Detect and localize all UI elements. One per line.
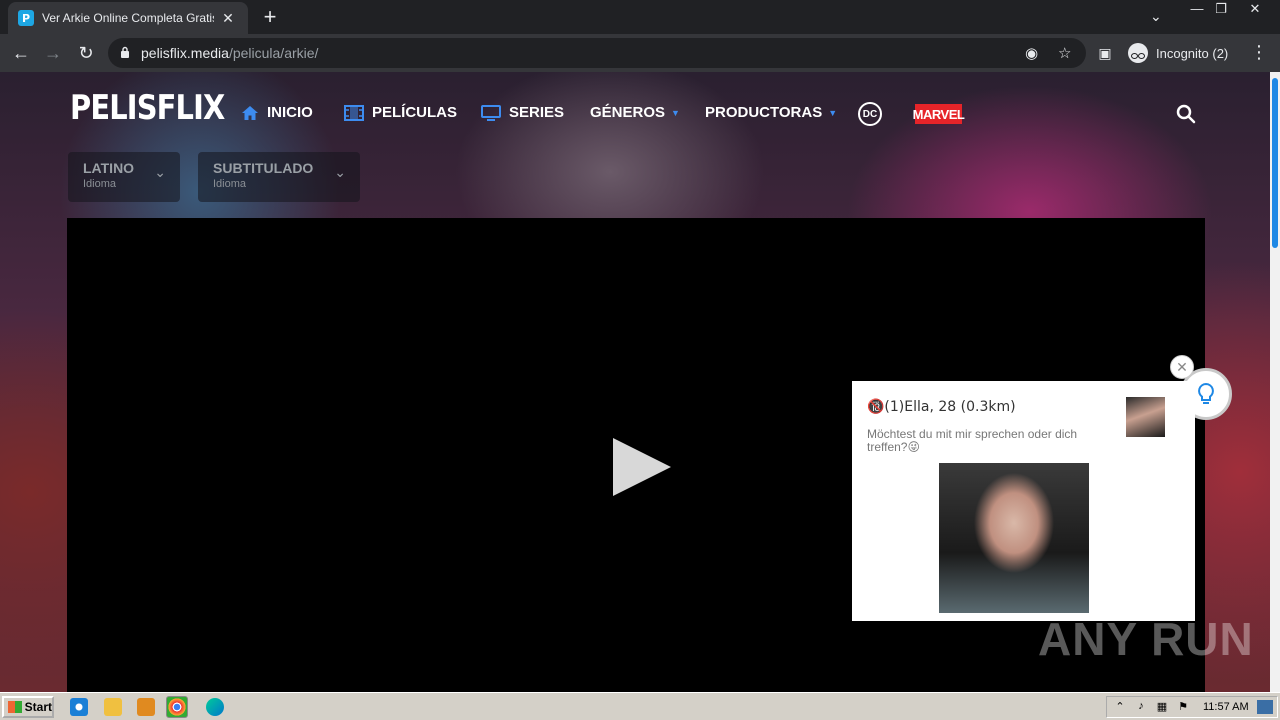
start-button[interactable]: Start	[2, 696, 54, 718]
nav-generos[interactable]: GÉNEROS ▼	[590, 104, 680, 121]
nav-series[interactable]: SERIES	[481, 104, 564, 121]
tab-title: Ver Arkie Online Completa Gratis en HD	[42, 11, 214, 25]
tv-icon	[481, 104, 501, 121]
site-logo[interactable]: PELISFLIX	[70, 88, 225, 128]
language-latino-selector[interactable]: LATINO Idioma ⌄	[68, 152, 180, 202]
ad-close-icon[interactable]: ✕	[1170, 355, 1194, 379]
new-tab-icon[interactable]: +	[258, 6, 282, 28]
reload-icon[interactable]: ↻	[75, 42, 97, 64]
edge-icon[interactable]	[206, 698, 224, 716]
page-scrollbar[interactable]	[1270, 72, 1280, 692]
chevron-down-icon: ⌄	[334, 164, 346, 180]
incognito-label: Incognito (2)	[1156, 45, 1229, 61]
site-favicon-icon: P	[18, 10, 34, 26]
forward-icon[interactable]: →	[42, 42, 64, 64]
window-close-icon[interactable]: ✕	[1240, 0, 1270, 20]
url-text: pelisflix.media/pelicula/arkie/	[141, 45, 319, 61]
windows-flag-icon	[8, 701, 22, 713]
action-center-flag-icon[interactable]: ⚑	[1175, 700, 1191, 714]
caret-down-icon: ▼	[828, 107, 838, 118]
marvel-logo[interactable]: MARVEL	[913, 104, 965, 124]
caret-down-icon: ▼	[671, 107, 680, 118]
film-icon	[344, 104, 364, 121]
chrome-taskbar-icon[interactable]	[166, 696, 188, 718]
home-icon	[242, 105, 258, 120]
chrome-menu-icon[interactable]: ⋮	[1250, 42, 1268, 63]
tracking-blocked-eye-icon[interactable]: ◉	[1025, 44, 1038, 62]
system-tray: ⌃ ♪ ▦ ⚑ 11:57 AM	[1106, 696, 1278, 718]
incognito-profile-button[interactable]: Incognito (2)	[1124, 38, 1238, 68]
incognito-icon	[1128, 43, 1148, 63]
chat-ad-popup[interactable]: 🔞(1)Ella, 28 (0.3km) Möchtest du mit mir…	[852, 381, 1195, 621]
show-desktop-icon[interactable]	[1256, 700, 1273, 714]
tab-close-icon[interactable]: ✕	[220, 10, 236, 27]
nav-peliculas[interactable]: PELÍCULAS	[344, 104, 457, 121]
media-player-icon[interactable]	[137, 698, 155, 716]
windows-taskbar: Start ⌃ ♪ ▦ ⚑ 11:57 AM	[0, 692, 1280, 720]
browser-toolbar: ← → ↻ pelisflix.media/pelicula/arkie/ ◉ …	[0, 34, 1280, 72]
chevron-down-icon: ⌄	[154, 164, 166, 180]
dc-logo-icon[interactable]: DC	[858, 102, 882, 126]
lock-icon	[121, 46, 129, 58]
language-subtitulado-selector[interactable]: SUBTITULADO Idioma ⌄	[198, 152, 360, 202]
nav-productoras[interactable]: PRODUCTORAS ▼	[705, 104, 837, 121]
file-explorer-icon[interactable]	[104, 698, 122, 716]
back-icon[interactable]: ←	[10, 42, 32, 64]
browser-tab-bar: P Ver Arkie Online Completa Gratis en HD…	[0, 0, 1280, 34]
browser-tab[interactable]: P Ver Arkie Online Completa Gratis en HD…	[8, 2, 248, 34]
ad-message: Möchtest du mit mir sprechen oder dich t…	[867, 427, 1078, 454]
scroll-thumb[interactable]	[1272, 78, 1278, 248]
search-icon[interactable]	[1176, 104, 1196, 124]
side-panel-icon[interactable]: ▣	[1094, 42, 1116, 64]
taskbar-clock[interactable]: 11:57 AM	[1203, 701, 1249, 713]
network-icon[interactable]: ▦	[1154, 700, 1170, 714]
tray-expand-icon[interactable]: ⌃	[1112, 700, 1128, 714]
tab-search-chevron-icon[interactable]: ⌄	[1150, 8, 1162, 25]
internet-explorer-icon[interactable]	[70, 698, 88, 716]
volume-icon[interactable]: ♪	[1133, 700, 1149, 714]
play-icon[interactable]	[613, 438, 673, 498]
restore-icon[interactable]: ❐	[1206, 0, 1236, 20]
bookmark-star-icon[interactable]: ☆	[1058, 44, 1071, 62]
nav-inicio[interactable]: INICIO	[241, 104, 313, 121]
ad-avatar-thumbnail[interactable]	[1126, 397, 1165, 437]
address-bar[interactable]: pelisflix.media/pelicula/arkie/ ◉ ☆	[108, 38, 1086, 68]
ad-photo[interactable]	[939, 463, 1089, 613]
ad-title: 🔞(1)Ella, 28 (0.3km)	[867, 399, 1016, 415]
